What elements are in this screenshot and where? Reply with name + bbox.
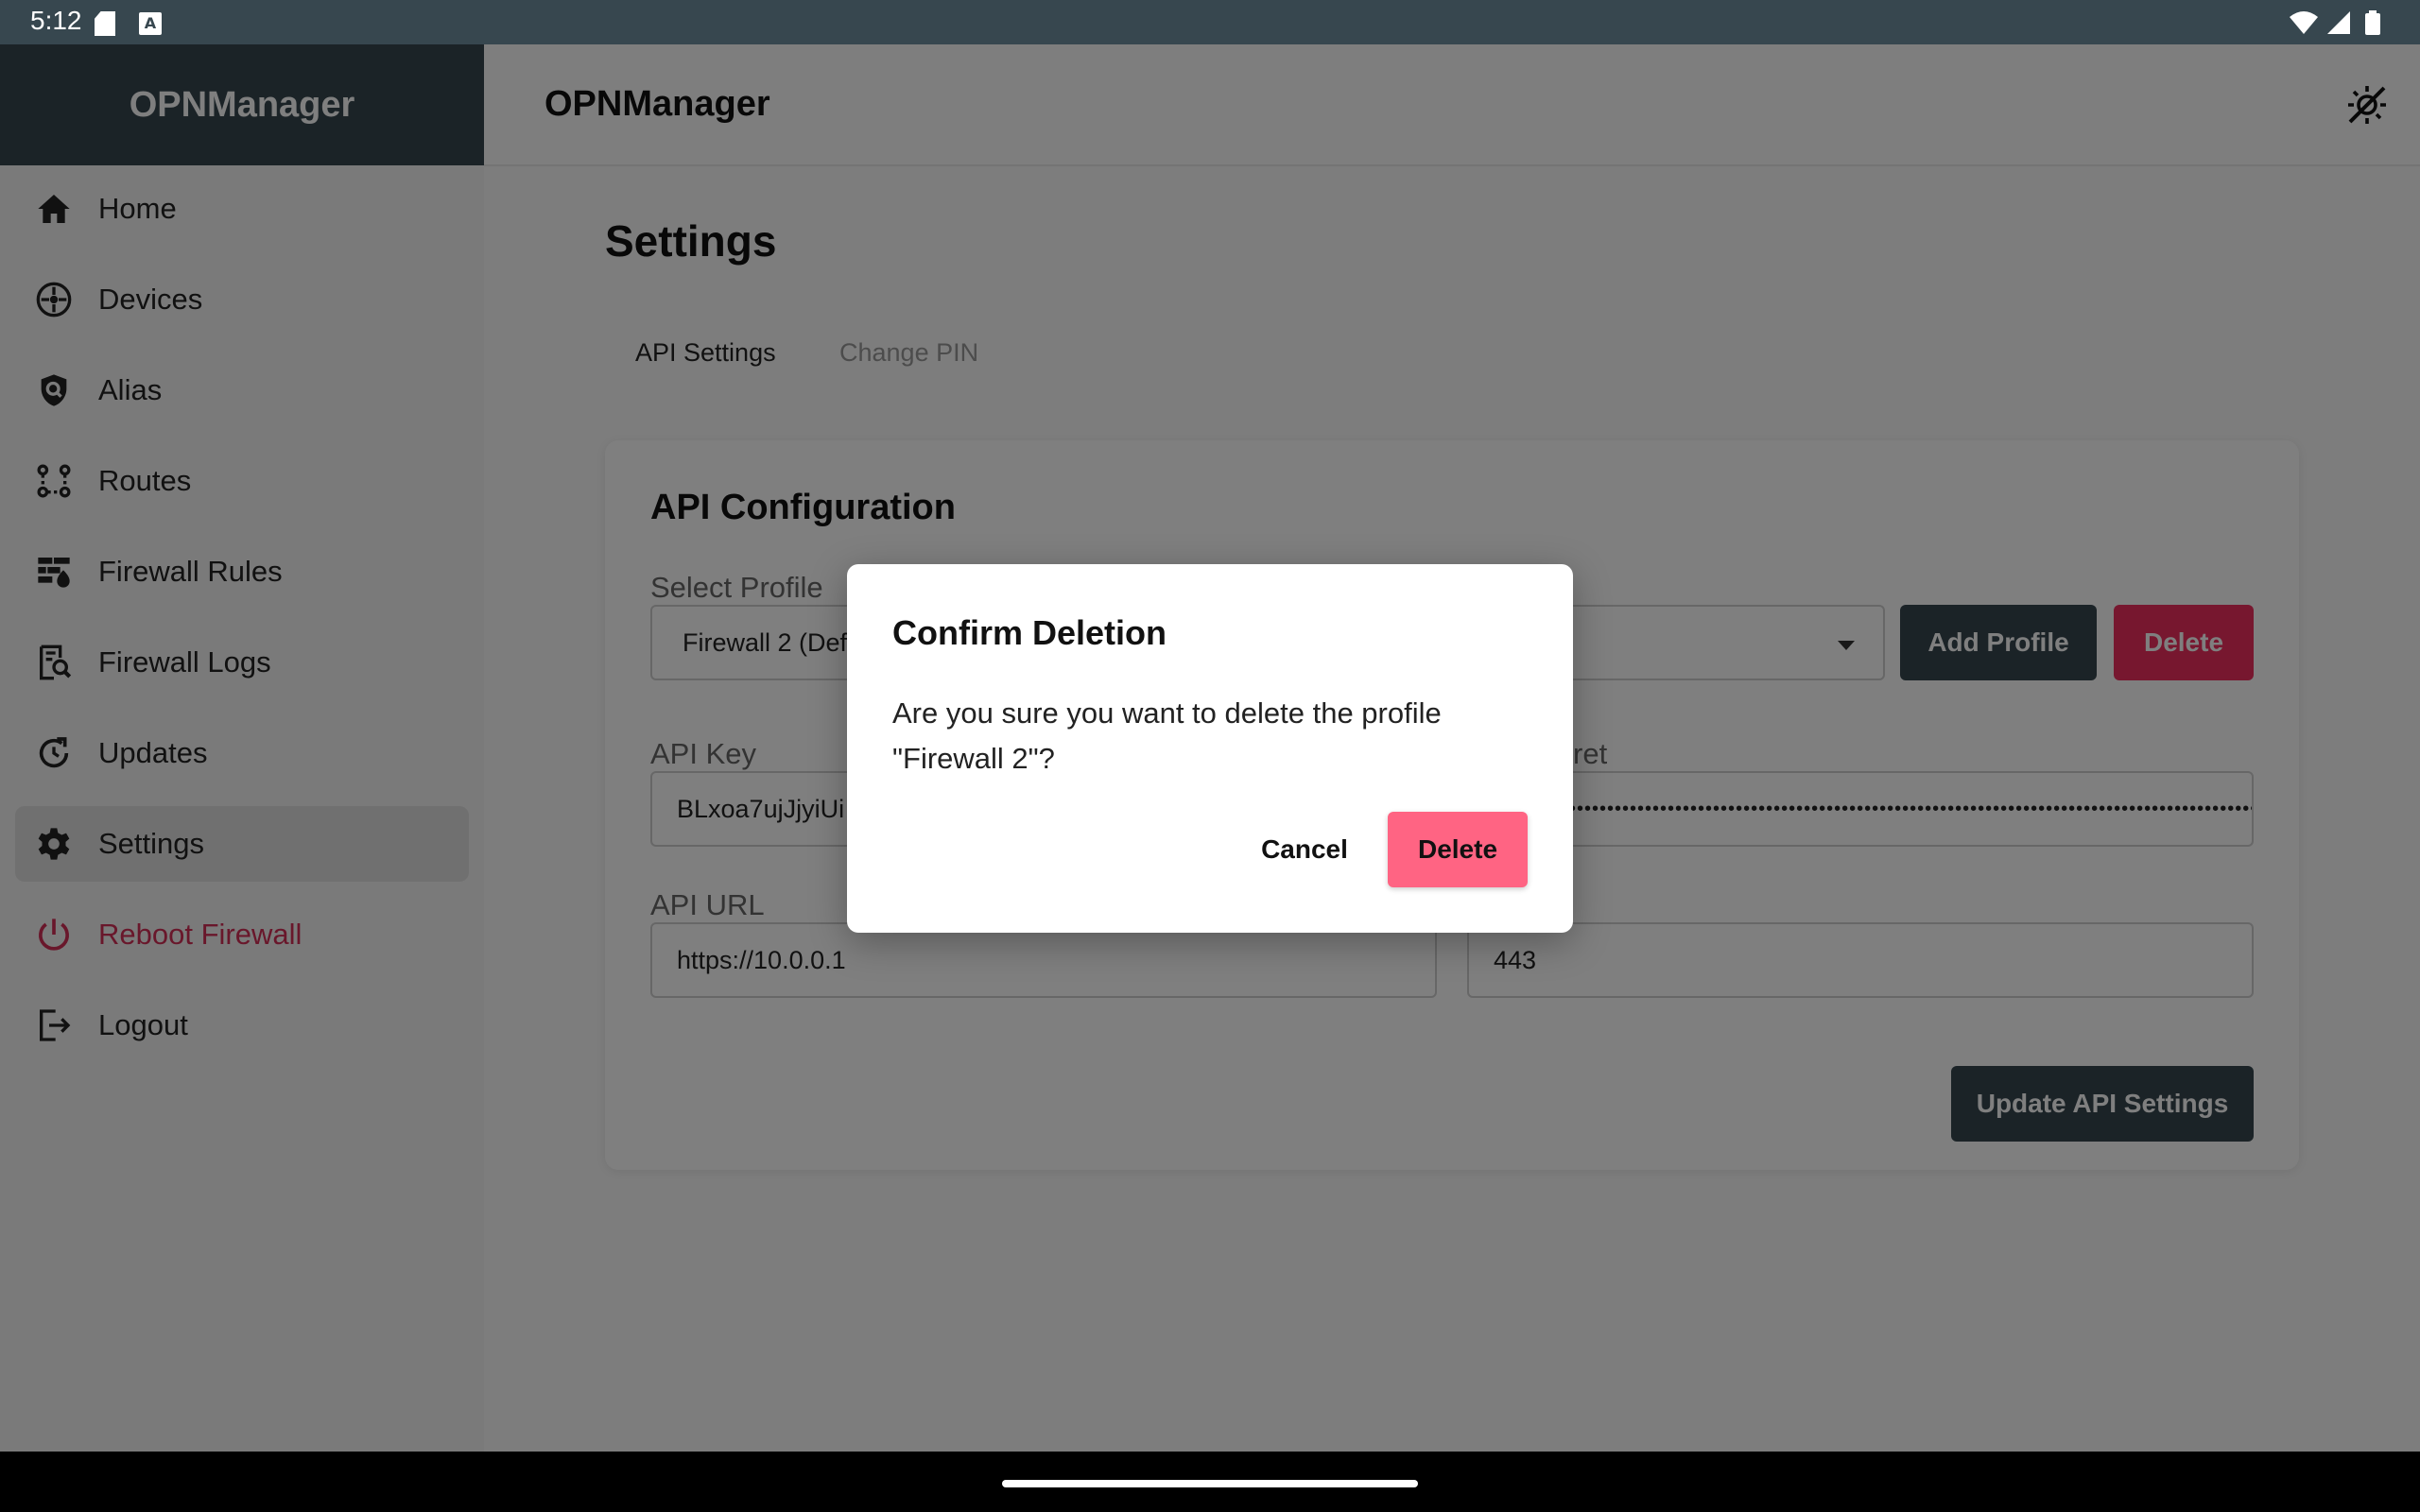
home-gesture-handle[interactable] [1002,1480,1418,1487]
status-bar: 5:12 A [0,0,2420,44]
cancel-button[interactable]: Cancel [1233,812,1376,887]
confirm-delete-button[interactable]: Delete [1388,812,1528,887]
status-time: 5:12 [30,6,82,35]
wifi-icon [2290,11,2318,34]
sd-card-icon [95,11,115,36]
confirm-deletion-dialog: Confirm Deletion Are you sure you want t… [847,564,1573,933]
a-icon: A [139,12,162,35]
dialog-title: Confirm Deletion [892,613,1167,652]
system-nav-bar [0,1452,2420,1512]
battery-icon [2365,10,2380,35]
system-icons [2288,9,2392,36]
dialog-message: Are you sure you want to delete the prof… [892,696,1442,775]
signal-icon [2327,11,2350,34]
